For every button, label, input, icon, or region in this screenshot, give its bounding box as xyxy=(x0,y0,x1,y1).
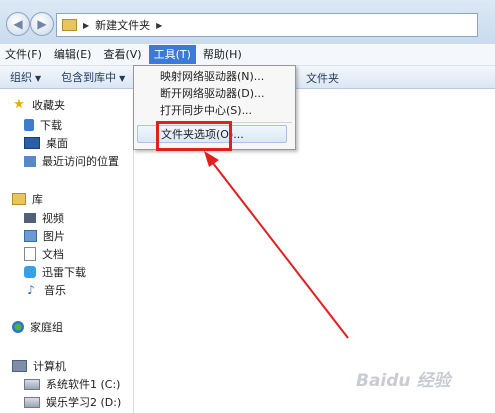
nav-label: 桌面 xyxy=(46,137,68,150)
libraries-header[interactable]: 库 xyxy=(12,191,43,207)
baidu-watermark: Baidu 经验 xyxy=(356,371,451,391)
nav-label: 视频 xyxy=(42,212,64,225)
favorites-header[interactable]: ★ 收藏夹 xyxy=(12,97,65,113)
library-icon xyxy=(12,193,26,205)
include-in-library-button[interactable]: 包含到库中 ▼ xyxy=(51,69,135,85)
nav-label: 下载 xyxy=(40,119,62,132)
music-note-icon: ♪ xyxy=(27,283,35,297)
nav-item-drive-c[interactable]: 系统软件1 (C:) xyxy=(24,376,120,392)
menu-file[interactable]: 文件(F) xyxy=(0,45,47,64)
include-label: 包含到库中 xyxy=(61,71,117,84)
nav-item-recent-places[interactable]: 最近访问的位置 xyxy=(24,153,119,169)
homegroup-header[interactable]: 家庭组 xyxy=(12,319,63,335)
annotation-highlight-box xyxy=(156,121,232,151)
address-box[interactable]: ▶ 新建文件夹 ▶ xyxy=(56,13,478,37)
navigation-pane: ★ 收藏夹 下载 桌面 最近访问的位置 库 视频 图片 文档 迅雷下载 ♪ 音乐… xyxy=(0,89,134,413)
menu-item-disconnect-network-drive[interactable]: 断开网络驱动器(D)... xyxy=(160,85,265,103)
organize-label: 组织 xyxy=(10,71,32,84)
homegroup-icon xyxy=(12,321,24,333)
nav-label: 文档 xyxy=(42,248,64,261)
nav-label: 音乐 xyxy=(44,284,66,297)
menu-help[interactable]: 帮助(H) xyxy=(198,45,247,64)
nav-label: 图片 xyxy=(43,230,65,243)
document-icon xyxy=(24,247,36,261)
computer-label: 计算机 xyxy=(33,360,66,373)
nav-item-music[interactable]: ♪ 音乐 xyxy=(24,282,66,298)
star-icon: ★ xyxy=(13,97,25,112)
drive-icon xyxy=(24,378,40,390)
organize-button[interactable]: 组织 ▼ xyxy=(0,69,51,85)
computer-header[interactable]: 计算机 xyxy=(12,358,66,374)
drive-icon xyxy=(24,396,40,408)
annotation-arrow-line xyxy=(208,157,349,339)
favorites-label: 收藏夹 xyxy=(32,99,65,112)
menu-item-open-sync-center[interactable]: 打开同步中心(S)... xyxy=(160,102,252,120)
back-button[interactable]: ◀ xyxy=(6,12,30,36)
desktop-icon xyxy=(24,137,40,149)
nav-label: 迅雷下载 xyxy=(42,266,86,279)
nav-label: 娱乐学习2 (D:) xyxy=(46,396,122,409)
nav-item-drive-d[interactable]: 娱乐学习2 (D:) xyxy=(24,394,121,410)
libraries-label: 库 xyxy=(32,193,43,206)
nav-item-downloads[interactable]: 下载 xyxy=(24,117,62,133)
thunder-download-icon xyxy=(24,266,36,278)
picture-icon xyxy=(24,230,37,242)
nav-item-pictures[interactable]: 图片 xyxy=(24,228,65,244)
chevron-down-icon: ▼ xyxy=(35,74,42,83)
menu-bar: 文件(F) 编辑(E) 查看(V) 工具(T) 帮助(H) xyxy=(0,44,495,66)
menu-tools[interactable]: 工具(T) xyxy=(148,45,196,64)
breadcrumb-dropdown-icon[interactable]: ▶ xyxy=(156,21,162,30)
forward-button[interactable]: ▶ xyxy=(30,12,54,36)
video-icon xyxy=(24,213,36,223)
address-bar-area: ◀ ▶ ▶ 新建文件夹 ▶ xyxy=(0,0,495,44)
annotation-arrow-head xyxy=(204,151,219,167)
menu-item-map-network-drive[interactable]: 映射网络驱动器(N)... xyxy=(160,68,264,86)
nav-item-thunder-downloads[interactable]: 迅雷下载 xyxy=(24,264,86,280)
chevron-down-icon: ▼ xyxy=(119,74,126,83)
homegroup-label: 家庭组 xyxy=(30,321,63,334)
recent-places-icon xyxy=(24,155,36,167)
nav-item-videos[interactable]: 视频 xyxy=(24,210,64,226)
menu-view[interactable]: 查看(V) xyxy=(98,45,146,64)
nav-item-desktop[interactable]: 桌面 xyxy=(24,135,68,151)
back-arrow-icon: ◀ xyxy=(13,17,23,31)
download-folder-icon xyxy=(24,119,34,131)
folder-icon xyxy=(62,19,77,31)
menu-edit[interactable]: 编辑(E) xyxy=(49,45,97,64)
forward-arrow-icon: ▶ xyxy=(37,17,47,31)
nav-item-documents[interactable]: 文档 xyxy=(24,246,64,262)
nav-label: 系统软件1 (C:) xyxy=(46,378,121,391)
computer-icon xyxy=(12,360,27,372)
new-folder-button[interactable]: 文件夹 xyxy=(306,70,339,86)
breadcrumb-arrow-icon: ▶ xyxy=(83,20,90,30)
nav-label: 最近访问的位置 xyxy=(42,155,119,168)
breadcrumb-current[interactable]: 新建文件夹 xyxy=(95,17,150,33)
